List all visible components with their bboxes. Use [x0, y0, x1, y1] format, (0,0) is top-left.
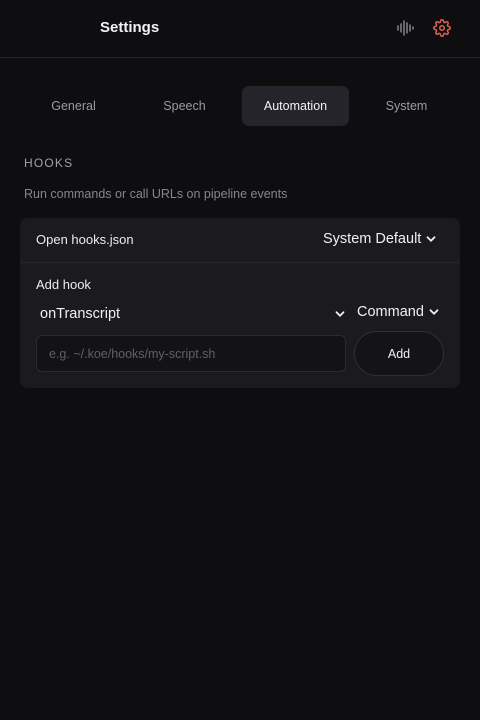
app-header: Settings — [0, 0, 480, 58]
tab-automation[interactable]: Automation — [242, 86, 349, 126]
open-hooks-row: Open hooks.json System Default — [20, 218, 460, 263]
chevron-down-icon — [429, 309, 439, 315]
open-with-select[interactable]: System Default — [323, 231, 437, 247]
settings-tabs: General Speech Automation System — [20, 86, 460, 126]
page-title: Settings — [100, 19, 160, 36]
add-hook-label: Add hook — [36, 277, 91, 292]
add-hook-button[interactable]: Add — [354, 331, 444, 376]
tab-system[interactable]: System — [353, 86, 460, 126]
open-with-value: System Default — [323, 231, 422, 247]
tab-general[interactable]: General — [20, 86, 127, 126]
chevron-down-icon — [335, 311, 345, 317]
gear-icon[interactable] — [431, 17, 453, 39]
hooks-description: Run commands or call URLs on pipeline ev… — [24, 187, 288, 201]
chevron-down-icon — [426, 236, 436, 242]
open-hooks-json-link[interactable]: Open hooks.json — [36, 232, 134, 247]
hooks-card: Open hooks.json System Default Add hook … — [20, 218, 460, 388]
hook-event-value: onTranscript — [40, 306, 121, 322]
hook-command-field — [36, 335, 346, 372]
tab-speech[interactable]: Speech — [131, 86, 238, 126]
hook-event-select[interactable]: onTranscript — [36, 302, 346, 326]
hook-type-value: Command — [357, 304, 424, 320]
waveform-icon[interactable] — [394, 17, 416, 39]
hook-command-input[interactable] — [37, 336, 345, 371]
hook-type-select[interactable]: Command — [357, 304, 440, 320]
hooks-section-label: HOOKS — [24, 156, 74, 170]
